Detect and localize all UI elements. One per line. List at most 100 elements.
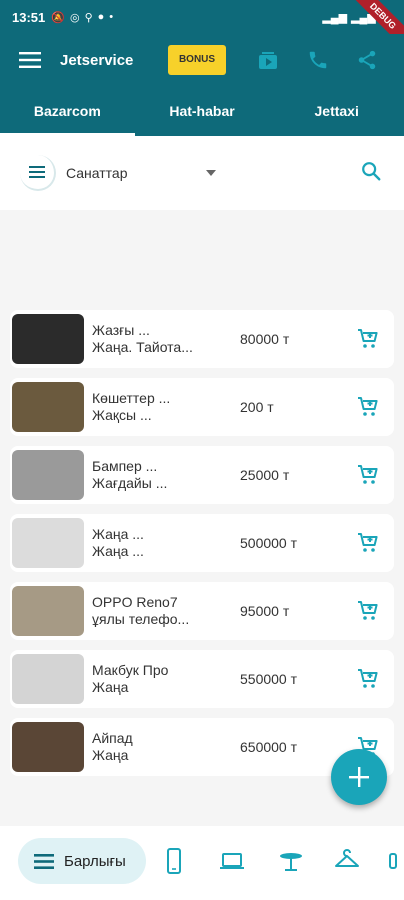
category-laptops[interactable] — [219, 848, 245, 874]
add-to-cart-button[interactable] — [356, 667, 380, 691]
status-time: 13:51 — [12, 9, 46, 25]
product-thumbnail — [12, 722, 84, 772]
hanger-icon — [335, 849, 359, 867]
tab-bazarcom[interactable]: Bazarcom — [0, 86, 135, 136]
product-thumbnail — [12, 654, 84, 704]
product-item[interactable]: Жаңа ... Жаңа ... 500000 т — [10, 514, 394, 572]
category-more[interactable] — [386, 848, 404, 874]
category-dropdown[interactable]: Санаттар — [66, 165, 216, 181]
dot-icon: • — [109, 10, 114, 23]
product-text: Макбук Про Жаңа — [92, 662, 230, 696]
search-button[interactable] — [360, 160, 384, 184]
add-to-cart-icon — [358, 601, 378, 620]
filter-bar: Санаттар — [0, 136, 404, 210]
product-item[interactable]: Бампер ... Жағдайы ... 25000 т — [10, 446, 394, 504]
product-item[interactable]: Көшеттер ... Жақсы ... 200 т — [10, 378, 394, 436]
category-clothing[interactable] — [334, 848, 360, 874]
product-item[interactable]: Жазғы ... Жаңа. Тайота... 80000 т — [10, 310, 394, 368]
product-item[interactable]: OPPO Reno7 ұялы телефо... 95000 т — [10, 582, 394, 640]
product-subtitle: Жаңа. Тайота... — [92, 339, 193, 355]
chevron-down-icon — [206, 170, 216, 176]
add-to-cart-icon — [358, 397, 378, 416]
category-furniture[interactable] — [278, 848, 304, 874]
whatsapp-icon: ◎ — [69, 11, 80, 24]
product-title: Айпад — [92, 730, 133, 746]
usb-icon: ⚲ — [84, 11, 93, 24]
bonus-button[interactable]: BONUS — [168, 45, 226, 75]
product-list: Жазғы ... Жаңа. Тайота... 80000 т Көшеттер … — [10, 310, 394, 786]
add-to-cart-icon — [358, 465, 378, 484]
video-button[interactable] — [254, 46, 282, 74]
product-title: Макбук Про — [92, 662, 169, 678]
hamburger-icon — [19, 52, 41, 68]
product-subtitle: Жақсы ... — [92, 407, 152, 423]
product-thumbnail — [12, 314, 84, 364]
product-price: 95000 т — [240, 603, 290, 619]
product-price: 650000 т — [240, 739, 298, 755]
product-price: 80000 т — [240, 331, 290, 347]
vpn-icon: ● — [97, 10, 105, 23]
product-thumbnail — [12, 518, 84, 568]
muted-icon: 🔕 — [51, 11, 65, 24]
add-product-button[interactable] — [331, 749, 387, 805]
product-subtitle: ұялы телефо... — [92, 611, 190, 627]
product-text: Айпад Жаңа — [92, 730, 230, 764]
filter-button[interactable] — [20, 155, 56, 191]
add-to-cart-icon — [358, 533, 378, 552]
signal-icon: ▂▄▆ — [322, 11, 348, 24]
phone-icon — [167, 848, 181, 874]
list-icon — [34, 853, 54, 869]
product-title: Жаңа ... — [92, 526, 144, 542]
product-price: 25000 т — [240, 467, 290, 483]
search-icon — [362, 162, 381, 181]
add-to-cart-button[interactable] — [356, 599, 380, 623]
status-notification-icons: 🔕 ◎ ⚲ ● • — [51, 11, 113, 24]
category-all-chip[interactable]: Барлығы — [18, 838, 146, 884]
product-title: Бампер ... — [92, 458, 158, 474]
add-to-cart-button[interactable] — [356, 531, 380, 555]
category-all-label: Барлығы — [64, 852, 126, 870]
add-to-cart-button[interactable] — [356, 463, 380, 487]
app-title: Jetservice — [60, 51, 134, 69]
video-library-icon — [259, 52, 277, 69]
tab-hat-habar[interactable]: Hat-habar — [135, 86, 270, 136]
add-to-cart-icon — [358, 329, 378, 348]
add-to-cart-button[interactable] — [356, 395, 380, 419]
category-phones[interactable] — [162, 848, 188, 874]
product-title: OPPO Reno7 — [92, 594, 178, 610]
plus-icon — [349, 767, 369, 787]
menu-button[interactable] — [0, 34, 60, 86]
product-subtitle: Жаңа ... — [92, 543, 144, 559]
table-icon — [280, 853, 302, 871]
status-bar: 13:51 🔕 ◎ ⚲ ● • ▂▄▆ ▂▄▆ 66 DEBUG — [0, 0, 404, 54]
category-bar: Барлығы — [0, 826, 404, 900]
product-text: Жазғы ... Жаңа. Тайота... — [92, 322, 230, 356]
product-thumbnail — [12, 382, 84, 432]
tab-jettaxi[interactable]: Jettaxi — [269, 86, 404, 136]
phone-icon — [309, 51, 327, 69]
product-title: Жазғы ... — [92, 322, 150, 338]
product-thumbnail — [12, 586, 84, 636]
product-subtitle: Жағдайы ... — [92, 475, 168, 491]
product-thumbnail — [12, 450, 84, 500]
add-to-cart-button[interactable] — [356, 327, 380, 351]
product-text: Жаңа ... Жаңа ... — [92, 526, 230, 560]
add-to-cart-icon — [358, 669, 378, 688]
product-subtitle: Жаңа — [92, 679, 129, 695]
product-title: Көшеттер ... — [92, 390, 171, 406]
product-item[interactable]: Макбук Про Жаңа 550000 т — [10, 650, 394, 708]
app-bar: Jetservice BONUS — [0, 34, 404, 86]
category-label: Санаттар — [66, 165, 128, 181]
product-subtitle: Жаңа — [92, 747, 129, 763]
call-button[interactable] — [304, 46, 332, 74]
product-price: 550000 т — [240, 671, 298, 687]
tab-bar: Bazarcom Hat-habar Jettaxi — [0, 86, 404, 136]
product-price: 200 т — [240, 399, 274, 415]
product-price: 500000 т — [240, 535, 298, 551]
share-icon — [358, 50, 376, 70]
share-button[interactable] — [353, 46, 381, 74]
list-icon — [29, 166, 45, 178]
laptop-icon — [220, 853, 244, 869]
product-text: OPPO Reno7 ұялы телефо... — [92, 594, 230, 628]
product-text: Бампер ... Жағдайы ... — [92, 458, 230, 492]
